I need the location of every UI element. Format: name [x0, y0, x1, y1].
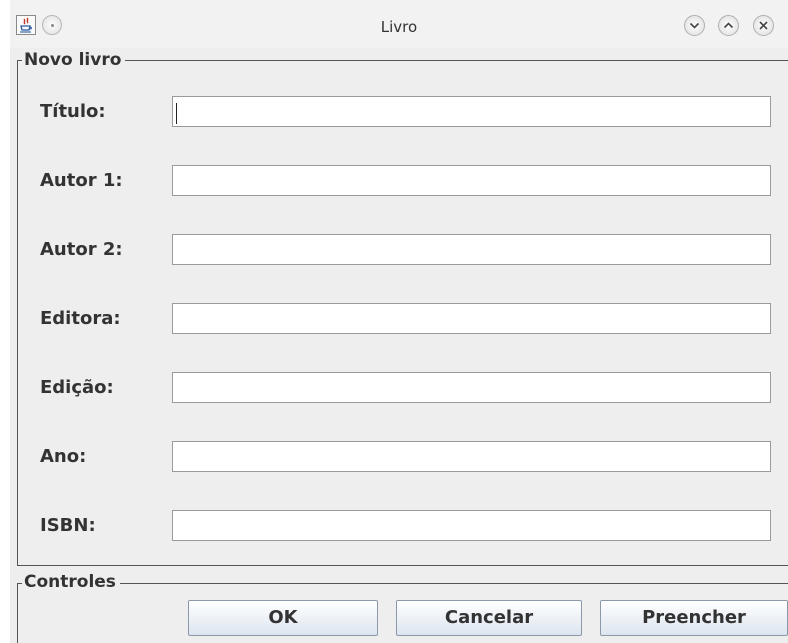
ano-input[interactable] — [172, 441, 771, 472]
text-cursor — [176, 103, 177, 124]
maximize-icon — [723, 22, 734, 29]
ok-button[interactable]: OK — [188, 600, 378, 636]
minimize-button[interactable] — [684, 15, 705, 36]
titulo-label: Título: — [40, 101, 106, 122]
fill-button[interactable]: Preencher — [600, 600, 788, 636]
edicao-label: Edição: — [40, 377, 114, 398]
novo-livro-legend: Novo livro — [22, 50, 126, 70]
window-title: Livro — [380, 18, 418, 36]
isbn-input[interactable] — [172, 510, 771, 541]
isbn-label: ISBN: — [40, 515, 96, 536]
autor1-input[interactable] — [172, 165, 771, 196]
ano-label: Ano: — [40, 446, 87, 467]
cancel-button[interactable]: Cancelar — [396, 600, 582, 636]
close-icon — [759, 21, 768, 30]
editora-input[interactable] — [172, 303, 771, 334]
livro-window: Livro Novo livro Título: Autor 1: Autor … — [10, 0, 788, 643]
minimize-icon — [689, 22, 700, 29]
autor2-label: Autor 2: — [40, 239, 123, 260]
maximize-button[interactable] — [718, 15, 739, 36]
titulo-input[interactable] — [172, 96, 771, 127]
close-button[interactable] — [753, 15, 774, 36]
edicao-input[interactable] — [172, 372, 771, 403]
controles-legend: Controles — [22, 572, 120, 592]
title-bar[interactable]: Livro — [10, 0, 788, 48]
editora-label: Editora: — [40, 308, 121, 329]
autor2-input[interactable] — [172, 234, 771, 265]
autor1-label: Autor 1: — [40, 170, 123, 191]
